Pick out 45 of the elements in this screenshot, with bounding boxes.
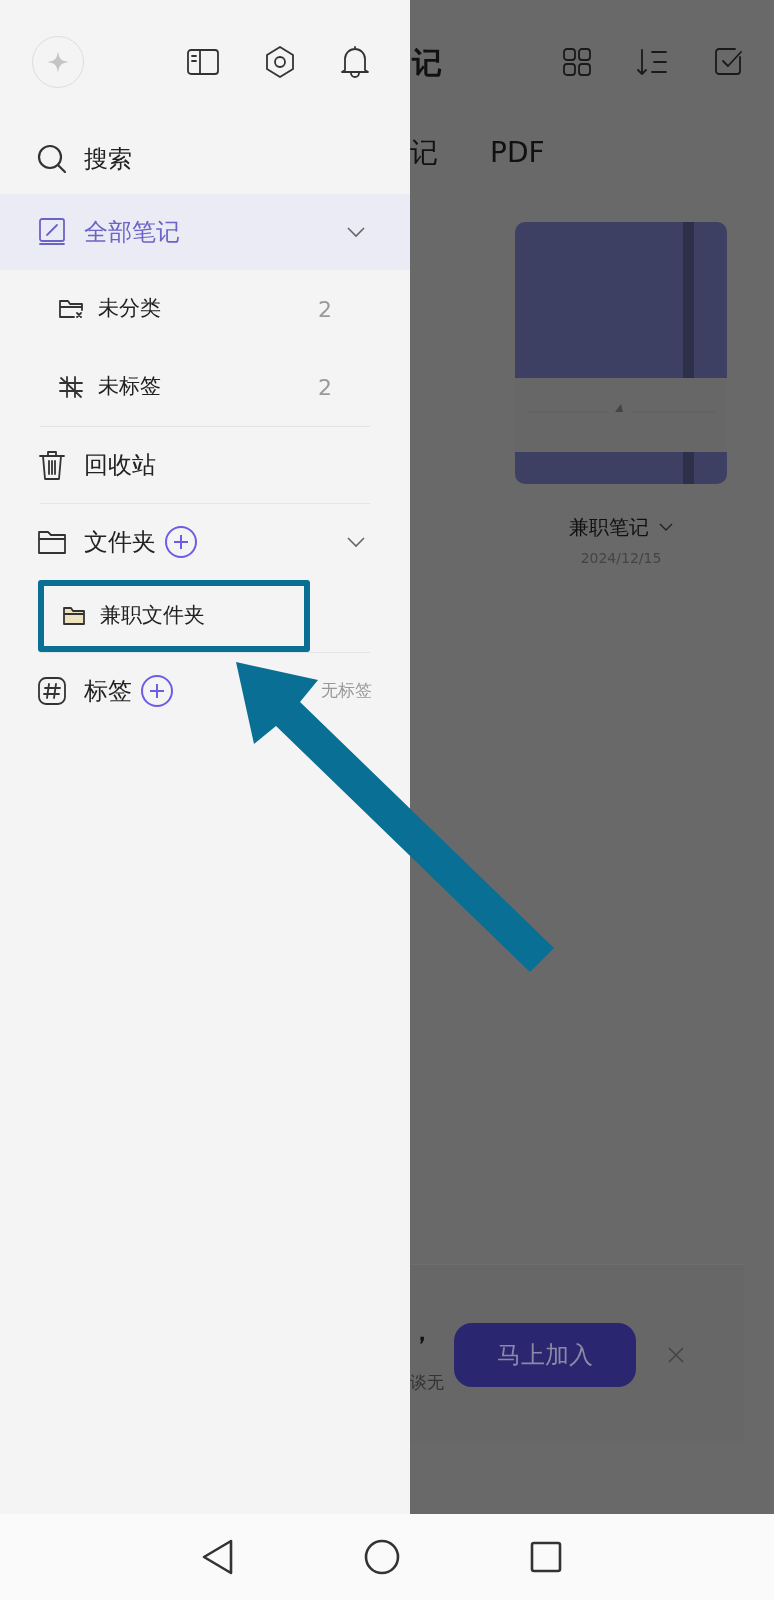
chevron-icon[interactable] [346, 536, 366, 548]
notebook-cover[interactable] [515, 222, 727, 484]
sub-item[interactable]: 未标签 2 [0, 348, 410, 426]
nav-item[interactable]: 回收站 [0, 427, 410, 503]
subfolder-label: 兼职文件夹 [100, 602, 205, 630]
sidebar-toggle-icon[interactable] [186, 48, 220, 76]
item-count: 2 [318, 295, 332, 324]
recents-icon[interactable] [530, 1541, 562, 1573]
sort-icon[interactable] [636, 48, 670, 76]
page-title: 记 [412, 43, 442, 82]
folder-x-icon [58, 298, 84, 320]
nav-item[interactable]: 全部笔记 [0, 194, 410, 270]
trash-icon [38, 449, 66, 481]
nav-label: 回收站 [84, 450, 156, 481]
bell-icon[interactable] [340, 45, 370, 79]
nav-label: 标签 [84, 676, 132, 707]
item-count: 2 [318, 373, 332, 402]
search-icon [36, 143, 68, 175]
grid-icon[interactable] [562, 47, 592, 77]
add-icon[interactable] [140, 674, 174, 708]
hash-slash-icon [58, 375, 84, 399]
sub-item-label: 未标签 [98, 373, 162, 401]
chevron-icon[interactable] [346, 226, 366, 238]
nav-item[interactable]: 文件夹 [0, 504, 410, 580]
folder-icon [37, 529, 67, 555]
hash-icon [37, 676, 67, 706]
join-button[interactable]: 马上加入 [454, 1322, 636, 1387]
notebook-name: 兼职笔记 [569, 514, 649, 541]
home-icon[interactable] [364, 1539, 400, 1575]
banner-text: ， [410, 1316, 435, 1348]
sub-item-label: 未分类 [98, 295, 162, 323]
search-item[interactable]: 搜索 [0, 124, 410, 194]
notebook-icon [38, 217, 66, 247]
settings-icon[interactable] [264, 45, 296, 79]
back-icon[interactable] [202, 1539, 234, 1575]
chevron-icon[interactable] [659, 522, 673, 532]
empty-tags-text: 无标签 [321, 679, 372, 703]
nav-item[interactable]: 标签 无标签 [0, 653, 410, 729]
checkbox-icon[interactable] [714, 47, 744, 77]
nav-label: 全部笔记 [84, 217, 180, 248]
sub-item[interactable]: 未分类 2 [0, 270, 410, 348]
folder-icon [62, 606, 86, 626]
nav-label: 文件夹 [84, 527, 156, 558]
subfolder-item[interactable]: 兼职文件夹 [38, 580, 310, 652]
add-icon[interactable] [164, 525, 198, 559]
